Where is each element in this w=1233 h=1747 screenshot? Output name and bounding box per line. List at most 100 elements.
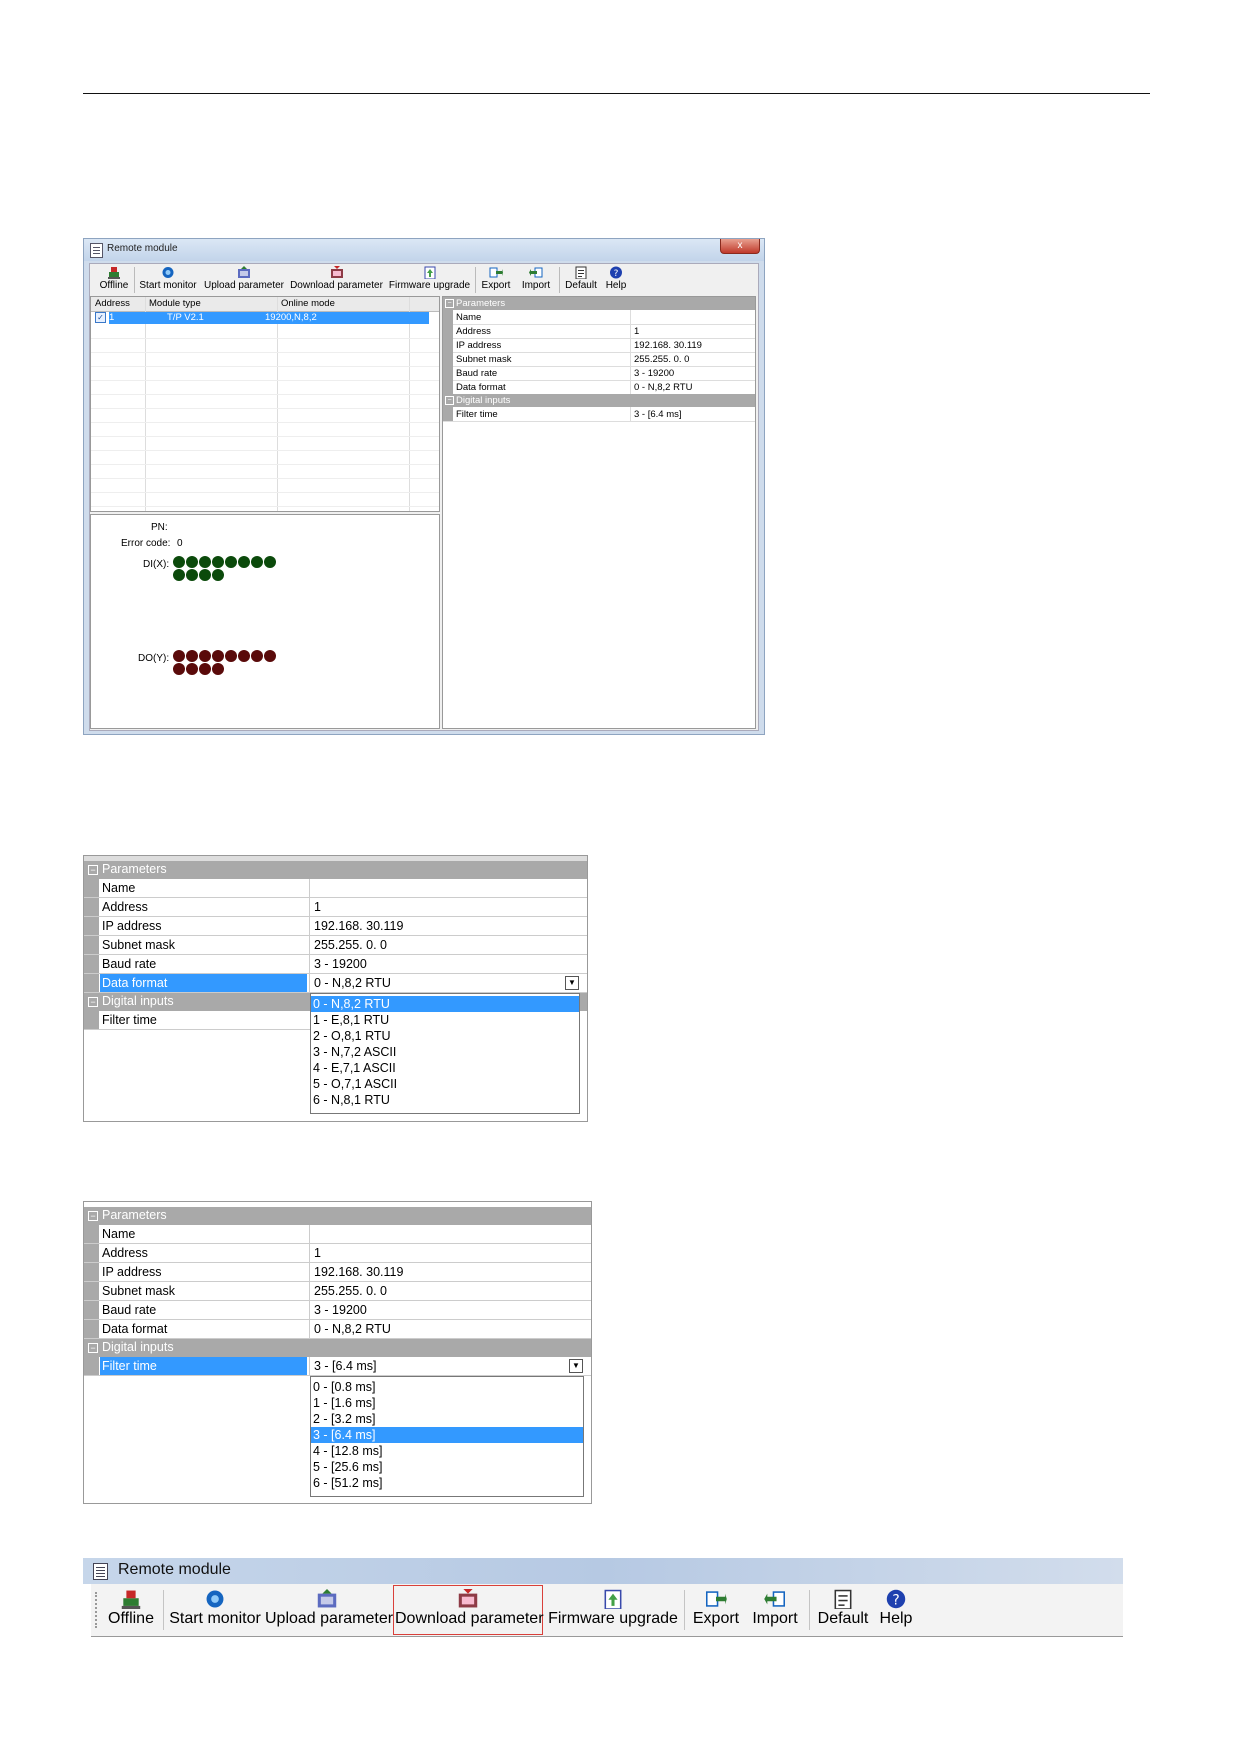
column-header-module-type[interactable]: Module type bbox=[149, 298, 201, 309]
row-checkbox[interactable]: ✓ bbox=[95, 312, 106, 323]
firmware-upgrade-button[interactable]: Firmware upgrade bbox=[548, 1587, 678, 1633]
import-button[interactable]: Import bbox=[747, 1587, 803, 1633]
prop-row-subnet[interactable]: Subnet mask 255.255. 0. 0 bbox=[84, 936, 587, 955]
prop-value[interactable]: 3 - [6.4 ms] bbox=[312, 1357, 377, 1375]
cell-address: 1 bbox=[109, 312, 115, 323]
app-icon bbox=[90, 243, 103, 258]
category-parameters[interactable]: − Parameters bbox=[84, 861, 587, 879]
dropdown-option[interactable]: 1 - E,8,1 RTU bbox=[311, 1012, 579, 1028]
prop-row-ip[interactable]: IP address 192.168. 30.119 bbox=[84, 917, 587, 936]
prop-row-filter[interactable]: Filter time 3 - [6.4 ms] bbox=[443, 407, 755, 422]
dropdown-option[interactable]: 4 - [12.8 ms] bbox=[311, 1443, 583, 1459]
firmware-upgrade-label: Firmware upgrade bbox=[388, 280, 471, 291]
offline-button[interactable]: Offline bbox=[105, 1587, 157, 1633]
prop-row-name[interactable]: Name bbox=[84, 1225, 591, 1244]
prop-row-baud[interactable]: Baud rate 3 - 19200 bbox=[84, 1301, 591, 1320]
prop-name: Data format bbox=[100, 974, 307, 992]
collapse-icon[interactable]: − bbox=[445, 396, 454, 405]
offline-label: Offline bbox=[108, 1610, 154, 1627]
firmware-upgrade-button[interactable]: Firmware upgrade bbox=[387, 265, 472, 294]
prop-value[interactable]: 0 - N,8,2 RTU bbox=[312, 974, 391, 992]
download-parameter-button[interactable]: Download parameter bbox=[289, 265, 384, 294]
category-label: Parameters bbox=[102, 862, 167, 876]
prop-value: 1 bbox=[634, 326, 640, 337]
column-header-online-mode[interactable]: Online mode bbox=[281, 298, 335, 309]
export-button[interactable]: Export bbox=[478, 265, 514, 294]
row-divider bbox=[630, 380, 631, 394]
grid-line bbox=[91, 450, 439, 451]
toolbar-separator bbox=[809, 1590, 810, 1630]
category-parameters[interactable]: − Parameters bbox=[443, 297, 755, 310]
dropdown-option[interactable]: 6 - N,8,1 RTU bbox=[311, 1092, 579, 1108]
import-button[interactable]: Import bbox=[516, 265, 556, 294]
dropdown-option[interactable]: 0 - [0.8 ms] bbox=[311, 1379, 583, 1395]
collapse-icon[interactable]: − bbox=[88, 865, 98, 875]
toolbar-grip[interactable] bbox=[95, 1592, 99, 1628]
dropdown-option[interactable]: 4 - E,7,1 ASCII bbox=[311, 1060, 579, 1076]
prop-value: 192.168. 30.119 bbox=[314, 1265, 404, 1279]
upload-parameter-button[interactable]: Upload parameter bbox=[202, 265, 286, 294]
dropdown-option[interactable]: 5 - [25.6 ms] bbox=[311, 1459, 583, 1475]
close-button[interactable]: x bbox=[720, 239, 760, 254]
prop-row-format[interactable]: Data format 0 - N,8,2 RTU bbox=[443, 380, 755, 395]
help-button[interactable]: ? Help bbox=[875, 1587, 917, 1633]
collapse-icon[interactable]: − bbox=[88, 997, 98, 1007]
help-button[interactable]: ? Help bbox=[601, 265, 631, 294]
row-divider bbox=[309, 898, 310, 916]
table-row[interactable]: 1 T/P V2.1 19200,N,8,2 bbox=[109, 312, 429, 324]
toolbar-closeup: Remote module Offline Start monitor Uplo… bbox=[83, 1558, 1123, 1639]
prop-row-name[interactable]: Name bbox=[84, 879, 587, 898]
cell-module-type: T/P V2.1 bbox=[167, 312, 204, 323]
dropdown-arrow-icon[interactable]: ▼ bbox=[565, 976, 579, 990]
prop-row-address[interactable]: Address 1 bbox=[443, 324, 755, 339]
property-grid-data-format: − Parameters Name Address 1 IP address 192… bbox=[83, 855, 588, 1122]
default-button[interactable]: Default bbox=[562, 265, 600, 294]
category-label: Parameters bbox=[102, 1208, 167, 1222]
dropdown-option[interactable]: 3 - [6.4 ms] bbox=[311, 1427, 583, 1443]
prop-row-subnet[interactable]: Subnet mask 255.255. 0. 0 bbox=[443, 352, 755, 367]
dropdown-option[interactable]: 5 - O,7,1 ASCII bbox=[311, 1076, 579, 1092]
prop-row-baud[interactable]: Baud rate 3 - 19200 bbox=[84, 955, 587, 974]
dropdown-option[interactable]: 3 - N,7,2 ASCII bbox=[311, 1044, 579, 1060]
prop-row-address[interactable]: Address 1 bbox=[84, 1244, 591, 1263]
collapse-icon[interactable]: − bbox=[88, 1343, 98, 1353]
collapse-icon[interactable]: − bbox=[88, 1211, 98, 1221]
export-label: Export bbox=[481, 280, 511, 291]
category-parameters[interactable]: − Parameters bbox=[84, 1207, 591, 1225]
prop-value: 0 - N,8,2 RTU bbox=[314, 1322, 391, 1336]
prop-row-baud[interactable]: Baud rate 3 - 19200 bbox=[443, 366, 755, 381]
prop-row-ip[interactable]: IP address 192.168. 30.119 bbox=[84, 1263, 591, 1282]
default-button[interactable]: Default bbox=[814, 1587, 872, 1633]
start-monitor-button[interactable]: Start monitor bbox=[169, 1587, 261, 1633]
dropdown-arrow-icon[interactable]: ▼ bbox=[569, 1359, 583, 1373]
prop-row-filter[interactable]: Filter time bbox=[84, 1011, 314, 1030]
offline-button[interactable]: Offline bbox=[96, 265, 132, 294]
row-gutter bbox=[84, 1282, 99, 1300]
dropdown-option[interactable]: 2 - O,8,1 RTU bbox=[311, 1028, 579, 1044]
row-divider bbox=[630, 338, 631, 352]
export-button[interactable]: Export bbox=[689, 1587, 743, 1633]
dropdown-option[interactable]: 1 - [1.6 ms] bbox=[311, 1395, 583, 1411]
prop-value: 3 - 19200 bbox=[634, 368, 675, 379]
start-monitor-button[interactable]: Start monitor bbox=[137, 265, 199, 294]
prop-row-name[interactable]: Name bbox=[443, 310, 755, 325]
dropdown-option[interactable]: 6 - [51.2 ms] bbox=[311, 1475, 583, 1491]
prop-row-filter[interactable]: Filter time 3 - [6.4 ms] ▼ bbox=[84, 1357, 591, 1376]
prop-row-format[interactable]: Data format 0 - N,8,2 RTU bbox=[84, 1320, 591, 1339]
collapse-icon[interactable]: − bbox=[445, 299, 454, 308]
dropdown-option[interactable]: 0 - N,8,2 RTU bbox=[311, 996, 579, 1012]
do-led bbox=[199, 650, 211, 662]
help-icon: ? bbox=[610, 266, 622, 279]
category-digital-inputs[interactable]: − Digital inputs bbox=[443, 394, 755, 407]
prop-row-subnet[interactable]: Subnet mask 255.255. 0. 0 bbox=[84, 1282, 591, 1301]
column-header-address[interactable]: Address bbox=[95, 298, 130, 309]
upload-parameter-button[interactable]: Upload parameter bbox=[265, 1587, 393, 1633]
svg-text:?: ? bbox=[614, 269, 619, 279]
category-digital-inputs[interactable]: − Digital inputs bbox=[84, 1339, 591, 1357]
download-parameter-button[interactable]: Download parameter bbox=[395, 1587, 544, 1633]
filter-time-dropdown-list: 0 - [0.8 ms] 1 - [1.6 ms] 2 - [3.2 ms] 3 - … bbox=[310, 1376, 584, 1497]
prop-row-ip[interactable]: IP address 192.168. 30.119 bbox=[443, 338, 755, 353]
prop-row-address[interactable]: Address 1 bbox=[84, 898, 587, 917]
dropdown-option[interactable]: 2 - [3.2 ms] bbox=[311, 1411, 583, 1427]
prop-row-format[interactable]: Data format 0 - N,8,2 RTU ▼ bbox=[84, 974, 587, 993]
